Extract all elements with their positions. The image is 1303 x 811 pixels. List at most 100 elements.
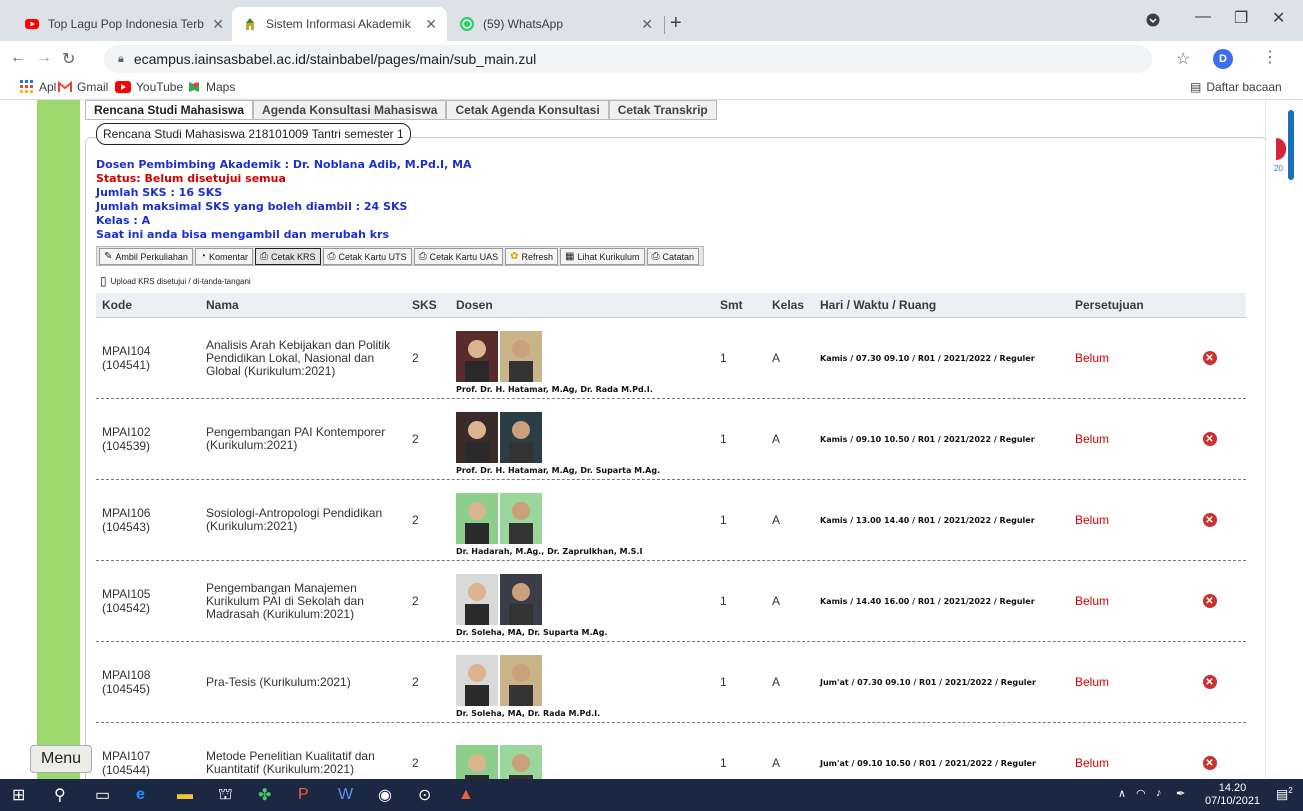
forward-icon[interactable]: → (36, 49, 52, 67)
minimize-icon[interactable]: — (1195, 8, 1211, 26)
tab-youtube[interactable]: Top Lagu Pop Indonesia Terbaru ✕ (14, 7, 234, 41)
bookmark-youtube[interactable]: YouTube (115, 80, 183, 94)
menu-button[interactable]: Menu (30, 745, 92, 773)
bookmark-maps[interactable]: Maps (187, 80, 235, 94)
header-hari[interactable]: Hari / Waktu / Ruang (814, 298, 1069, 312)
tab-agenda-konsultasi[interactable]: Agenda Konsultasi Mahasiswa (253, 100, 447, 119)
refresh-button[interactable]: ✿ Refresh (505, 248, 559, 265)
upload-krs-link[interactable]: ▯ Upload KRS disetujui / di-tanda-tangan… (100, 274, 251, 288)
delete-course-icon[interactable]: ✕ (1202, 351, 1217, 365)
header-persetujuan[interactable]: Persetujuan (1069, 298, 1173, 312)
delete-course-icon[interactable]: ✕ (1202, 594, 1217, 608)
scrollbar-thumb[interactable] (1288, 110, 1294, 180)
delete-course-icon[interactable]: ✕ (1202, 756, 1217, 770)
lock-icon[interactable]: 🔒︎ (118, 53, 124, 66)
bookmark-apps[interactable]: Apl (20, 80, 56, 94)
bookmark-label: Apl (39, 80, 57, 94)
profile-avatar[interactable]: D (1213, 49, 1233, 69)
new-tab-icon[interactable]: + (670, 12, 682, 35)
cell-dosen: Dr. Hadarah, M.Ag., Dr. Zaprulkhan, M.S.… (450, 480, 714, 560)
right-rail-number: 20 (1274, 164, 1283, 173)
notifications-icon[interactable]: ▤2 (1276, 786, 1293, 802)
bookmark-gmail[interactable]: Gmail (58, 80, 108, 94)
table-row[interactable]: MPAI108 (104545) Pra-Tesis (Kurikulum:202… (96, 642, 1246, 723)
header-dosen[interactable]: Dosen (450, 298, 714, 312)
comment-icon: ◔ (199, 251, 206, 262)
search-icon[interactable]: ⚲ (54, 784, 66, 806)
reading-list[interactable]: ▤ Daftar bacaan (1190, 80, 1282, 94)
file-explorer-icon[interactable]: ▬ (177, 784, 193, 806)
cell-kelas: A (772, 675, 781, 689)
store-icon[interactable]: ⛫ (218, 784, 233, 806)
back-icon[interactable]: ← (10, 49, 26, 67)
windows-start-icon[interactable]: ⊞ (12, 784, 25, 806)
mosque-icon (246, 18, 254, 30)
cetak-kartu-uas-button[interactable]: ⎙ Cetak Kartu UAS (413, 248, 504, 265)
lihat-kurikulum-button[interactable]: ▦ Lihat Kurikulum (560, 248, 645, 265)
tab-rencana-studi[interactable]: Rencana Studi Mahasiswa (85, 100, 254, 119)
tab-sistem-informasi[interactable]: Sistem Informasi Akademik ✕ (232, 7, 447, 41)
cell-dosen: Prof. Dr. H. Hatamar, M.Ag, Dr. Suparta … (450, 399, 714, 479)
powerpoint-icon[interactable]: P (298, 784, 309, 806)
tab-search-icon[interactable] (1146, 13, 1160, 27)
table-row[interactable]: MPAI104 (104541) Analisis Arah Kebijakan … (96, 318, 1246, 399)
network-icon[interactable]: ◠ (1136, 787, 1146, 800)
pen-tray-icon[interactable]: ✒ (1176, 787, 1185, 800)
header-smt[interactable]: Smt (714, 298, 766, 312)
edge-icon[interactable]: e (136, 784, 145, 806)
table-row[interactable]: MPAI102 (104539) Pengembangan PAI Kontemp… (96, 399, 1246, 480)
printer-icon: ⎙ (260, 251, 269, 262)
tab-cetak-transkrip[interactable]: Cetak Transkrip (608, 100, 717, 119)
table-row[interactable]: MPAI105 (104542) Pengembangan Manajemen K… (96, 561, 1246, 642)
cell-smt: 1 (720, 513, 727, 527)
delete-course-icon[interactable]: ✕ (1202, 432, 1217, 446)
komentar-button[interactable]: ◔ Komentar (194, 248, 254, 265)
printer-icon: ⎙ (651, 251, 660, 262)
status-label: Status: Belum disetujui semua (96, 172, 286, 185)
cell-kode: MPAI105 (104542) (102, 587, 151, 615)
delete-course-icon[interactable]: ✕ (1202, 675, 1217, 689)
header-kode[interactable]: Kode (96, 298, 200, 312)
task-view-icon[interactable]: ▭ (95, 784, 110, 806)
cell-nama: Sosiologi-Antropologi Pendidikan (Kuriku… (206, 506, 383, 533)
lecturer-photos (456, 493, 542, 544)
catatan-button[interactable]: ⎙ Catatan (646, 248, 700, 265)
app-orange-icon[interactable]: ▲ (458, 784, 474, 806)
ambil-perkuliahan-button[interactable]: ✎ Ambil Perkuliahan (99, 248, 193, 265)
close-tab-icon[interactable]: ✕ (641, 16, 653, 33)
close-tab-icon[interactable]: ✕ (212, 16, 224, 33)
address-bar[interactable]: 🔒︎ ecampus.iainsasbabel.ac.id/stainbabel… (104, 45, 1152, 73)
header-kelas[interactable]: Kelas (766, 298, 814, 312)
tab-whatsapp[interactable]: (59) WhatsApp ✕ (449, 7, 663, 41)
close-tab-icon[interactable]: ✕ (425, 16, 437, 33)
cetak-krs-button[interactable]: ⎙ Cetak KRS (255, 248, 321, 265)
table-row[interactable]: MPAI106 (104543) Sosiologi-Antropologi Pe… (96, 480, 1246, 561)
media-icon[interactable]: ⊙ (418, 784, 431, 806)
word-icon[interactable]: W (338, 784, 353, 806)
youtube-icon (25, 19, 39, 29)
button-label: Komentar (208, 251, 249, 262)
reload-icon[interactable]: ↻ (62, 49, 75, 69)
cetak-kartu-uts-button[interactable]: ⎙ Cetak Kartu UTS (322, 248, 412, 265)
tab-cetak-agenda[interactable]: Cetak Agenda Konsultasi (446, 100, 609, 119)
lecturer-names: Dr. Soleha, MA, Dr. Rada M.Pd.I. (456, 709, 601, 718)
header-sks[interactable]: SKS (406, 298, 450, 312)
app-icon[interactable]: ✤ (258, 784, 271, 806)
clock[interactable]: 14.20 07/10/2021 (1205, 782, 1260, 808)
more-menu-icon[interactable]: ⋮ (1262, 47, 1278, 67)
cell-sks: 2 (412, 432, 419, 446)
chrome-icon[interactable]: ◉ (378, 784, 392, 806)
header-nama[interactable]: Nama (200, 298, 406, 312)
delete-course-icon[interactable]: ✕ (1202, 513, 1217, 527)
button-label: Cetak Kartu UAS (429, 251, 499, 262)
restore-icon[interactable]: ❐ (1234, 8, 1248, 28)
volume-icon[interactable]: ♪ (1156, 787, 1162, 799)
close-window-icon[interactable]: ✕ (1272, 8, 1285, 28)
whatsapp-icon (460, 17, 474, 31)
tray-chevron-icon[interactable]: ∧ (1118, 787, 1126, 800)
table-row[interactable]: MPAI107 (104544) Metode Penelitian Kualit… (96, 723, 1246, 779)
page-content: Rencana Studi Mahasiswa Agenda Konsultas… (0, 100, 1303, 779)
bookmark-star-icon[interactable]: ☆ (1176, 49, 1190, 69)
apps-grid-icon (20, 80, 33, 93)
cell-dosen: Dr. Soleha, MA, Dr. Suparta M.Ag. (450, 561, 714, 641)
